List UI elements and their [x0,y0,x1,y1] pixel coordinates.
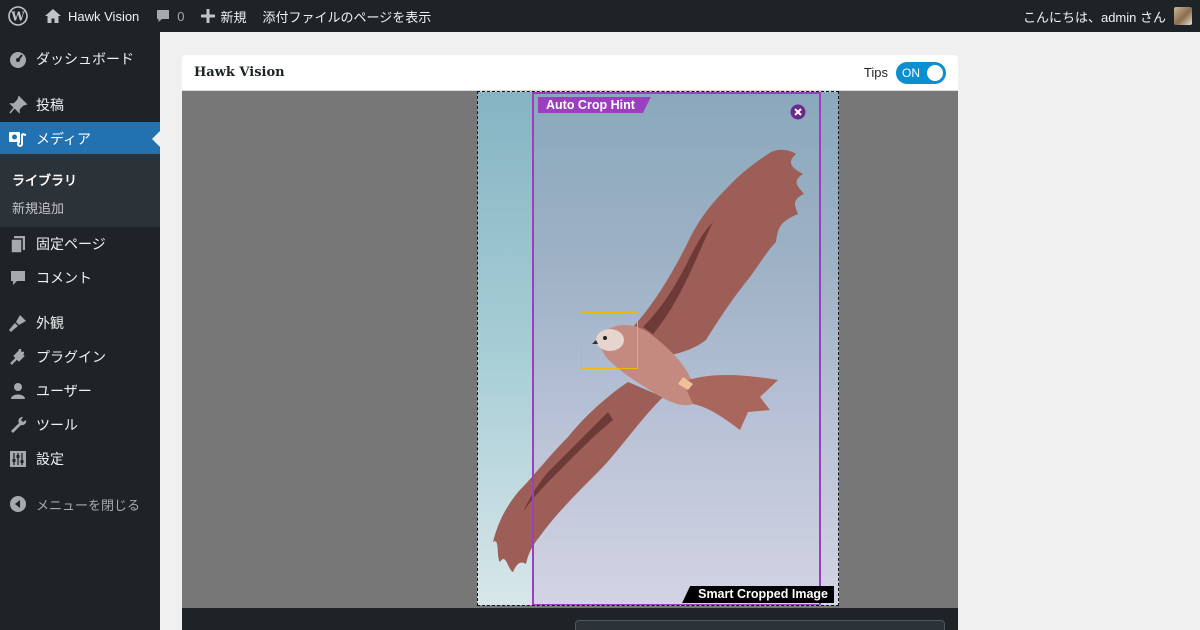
smart-cropped-label: Smart Cropped Image [682,586,834,603]
collapse-label: メニューを閉じる [36,497,141,513]
sidebar-item-users[interactable]: ユーザー [0,374,160,408]
sidebar-item-media[interactable]: メディア [0,122,160,156]
sidebar-item-settings[interactable]: 設定 [0,442,160,476]
toggle-label: ON [902,65,920,80]
comment-icon [0,268,36,288]
sidebar-item-dashboard[interactable]: ダッシュボード [0,42,160,76]
tips-control: Tips ON [863,61,946,84]
tips-label: Tips [863,65,888,80]
pages-icon [0,234,36,254]
appearance-icon [0,313,36,333]
dashboard-icon [0,49,36,69]
pin-icon [0,95,36,115]
focus-point-box[interactable] [581,312,638,369]
new-label: 新規 [220,9,247,25]
sidebar-item-tools[interactable]: ツール [0,408,160,442]
plugin-icon [0,347,36,367]
toggle-knob [927,64,943,81]
sidebar-item-label: 外観 [36,315,64,331]
collapse-arrow-icon [0,495,36,513]
comment-bubble-icon [155,8,171,24]
sidebar-item-label: ツール [36,417,78,433]
footer-field[interactable] [575,620,945,630]
greeting: こんにちは、admin さん [1022,9,1166,25]
site-name-link[interactable]: Hawk Vision [36,0,147,32]
close-icon[interactable] [790,104,806,125]
sidebar-item-label: ダッシュボード [36,51,134,67]
sidebar-item-label: プラグイン [36,349,106,365]
sidebar-item-posts[interactable]: 投稿 [0,88,160,122]
auto-crop-hint-box[interactable] [532,92,821,605]
hawk-image: Auto Crop Hint Smart Cropped Image [477,91,839,606]
tips-toggle[interactable]: ON [896,61,946,84]
site-name: Hawk Vision [68,8,140,24]
home-icon [44,8,62,24]
auto-crop-hint-label: Auto Crop Hint [538,97,651,113]
admin-bar: W Hawk Vision 0 新規 添付ファイルのページを表示 こんにちは、a… [0,0,1200,32]
user-icon [0,381,36,401]
view-attachment-link[interactable]: 添付ファイルのページを表示 [255,0,440,32]
panel-header: Hawk Vision Tips ON [182,55,958,91]
plus-icon [200,9,215,23]
sidebar-item-label: 投稿 [36,97,64,113]
sidebar-item-label: 固定ページ [36,236,106,252]
media-icon [0,129,36,149]
wordpress-logo-icon[interactable]: W [0,0,36,32]
sidebar-item-label: 設定 [36,451,64,467]
my-account-link[interactable]: こんにちは、admin さん [1023,0,1200,32]
image-canvas: Auto Crop Hint Smart Cropped Image [182,91,958,608]
media-submenu: ライブラリ 新規追加 [0,154,160,227]
svg-text:W: W [10,10,25,24]
comments-count: 0 [177,8,185,24]
sidebar-item-label: メディア [36,131,92,147]
comments-link[interactable]: 0 [147,0,192,32]
panel-footer [182,608,958,630]
admin-sidebar: ダッシュボード 投稿 メディア ライブラリ 新規追加 固定ページ コメント 外観… [0,32,160,630]
wrench-icon [0,415,36,435]
sidebar-item-pages[interactable]: 固定ページ [0,227,160,261]
submenu-add-new[interactable]: 新規追加 [12,198,64,217]
sidebar-item-label: コメント [36,270,92,286]
avatar [1174,7,1192,25]
new-content-link[interactable]: 新規 [193,0,255,32]
sidebar-item-label: ユーザー [36,383,92,399]
sidebar-item-appearance[interactable]: 外観 [0,306,160,340]
collapse-menu-button[interactable]: メニューを閉じる [0,487,160,521]
view-attachment-label: 添付ファイルのページを表示 [262,9,432,25]
panel-title: Hawk Vision [194,65,285,80]
settings-icon [0,449,36,469]
sidebar-item-plugins[interactable]: プラグイン [0,340,160,374]
sidebar-item-comments[interactable]: コメント [0,261,160,295]
hawk-vision-panel: Hawk Vision Tips ON Auto Crop Hint Smart… [182,55,958,630]
submenu-library[interactable]: ライブラリ [12,170,77,189]
